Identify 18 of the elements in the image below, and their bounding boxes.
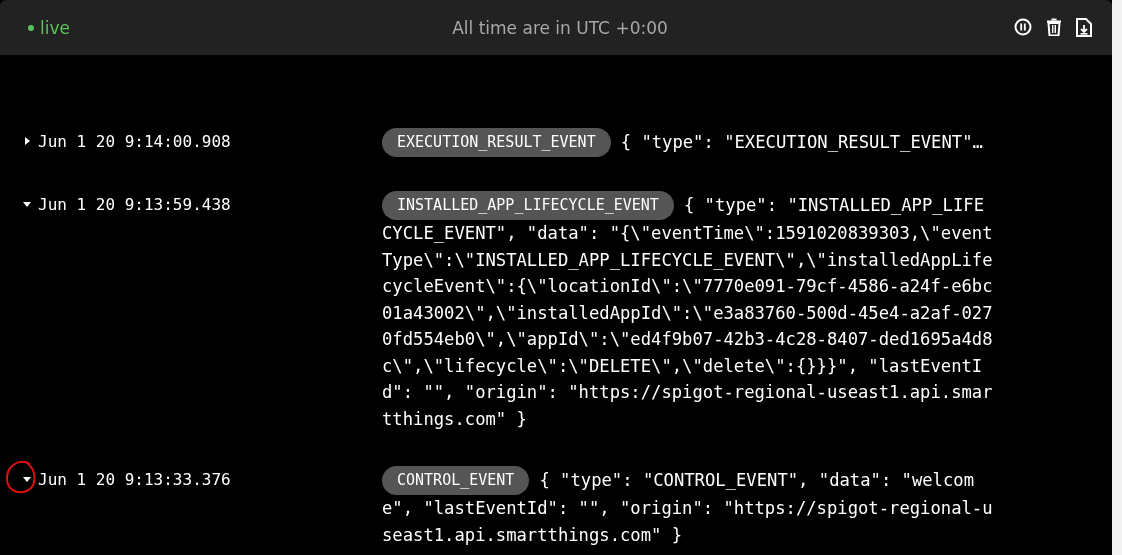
event-payload: EXECUTION_RESULT_EVENT { "type": "EXECUTION_RESULT_EVENT"… <box>382 128 994 157</box>
event-type-tag: CONTROL_EVENT <box>382 466 530 495</box>
pause-button[interactable] <box>1014 18 1032 37</box>
event-payload: CONTROL_EVENT { "type": "CONTROL_EVENT", "data": "welcome", "lastEventId": "", "origin": "https://spigot-regional-useast1.api.smartthings.com" } <box>382 466 994 548</box>
event-type-tag: EXECUTION_RESULT_EVENT <box>382 128 611 157</box>
caret-icon[interactable] <box>22 136 32 146</box>
event-timestamp: Jun 1 20 9:13:33.376 <box>38 469 231 489</box>
event-timestamp: Jun 1 20 9:14:00.908 <box>38 131 231 151</box>
event-timestamp: Jun 1 20 9:13:59.438 <box>38 194 231 214</box>
caret-icon[interactable] <box>22 474 32 484</box>
event-payload: INSTALLED_APP_LIFECYCLE_EVENT { "type": "INSTALLED_APP_LIFECYCLE_EVENT", "data": "{\"eventTime\":1591020839303,\"eventType\":\"INSTALLED_APP_LIFECYCLE_EVENT\",\"installedAppLifecycleEvent\":{\"locationId\":\"7770e091-79cf-4586-a24f-e6bc01a43002\",\"installedAppId\":\"e3a83760-500d-45e4-a2af-0270fd554eb0\",\"appId\":\"ed4f9b07-42b3-4c28-8407-ded1695a4d8c\",\"lifecycle\":\"DELETE\",\"delete\":{}}}", "lastEventId": "", "origin": "https://spigot-regional-useast1.api.smartthings.com" } <box>382 191 994 432</box>
status-label: live <box>40 17 70 38</box>
scrollbar[interactable] <box>1112 0 1122 555</box>
download-file-button[interactable] <box>1076 18 1092 37</box>
timezone-note: All time are in UTC +0:00 <box>451 17 669 38</box>
event-type-tag: INSTALLED_APP_LIFECYCLE_EVENT <box>382 191 674 220</box>
delete-button[interactable] <box>1046 18 1062 37</box>
caret-icon[interactable] <box>22 199 32 209</box>
